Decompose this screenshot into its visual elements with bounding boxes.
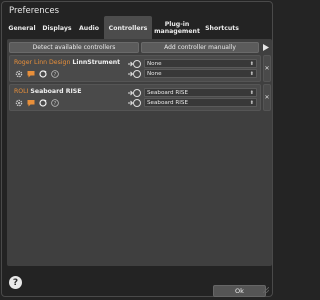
chevron-down-icon: ⬍	[249, 61, 254, 67]
tab-displays[interactable]: Displays	[40, 16, 74, 40]
controllers-panel: Detect available controllers Add control…	[7, 39, 272, 266]
ok-button[interactable]: Ok	[213, 285, 266, 297]
controller-vendor: Roger Linn Design	[14, 59, 71, 66]
output-port-value: None	[147, 71, 162, 77]
output-port-select[interactable]: None ⬍	[144, 69, 257, 78]
gear-icon[interactable]	[14, 69, 23, 78]
svg-text:?: ?	[53, 72, 56, 78]
input-port-row: None ⬍	[128, 59, 258, 69]
help-icon: ?	[12, 277, 19, 288]
refresh-icon[interactable]	[38, 98, 47, 107]
chevron-down-icon: ⬍	[249, 100, 254, 106]
tab-general[interactable]: General	[6, 16, 38, 40]
gear-icon[interactable]	[14, 98, 23, 107]
input-port-select[interactable]: None ⬍	[144, 59, 257, 68]
help-icon[interactable]: ?	[50, 98, 59, 107]
controller-card: ROLI Seaboard RISE ? Seaboard RISE ⬍ Sea…	[9, 84, 261, 111]
output-port-select[interactable]: Seaboard RISE ⬍	[144, 98, 257, 107]
controller-icons: ?	[14, 69, 59, 78]
detect-controllers-button[interactable]: Detect available controllers	[9, 42, 139, 53]
svg-text:?: ?	[53, 101, 56, 107]
tab-shortcuts[interactable]: Shortcuts	[202, 16, 242, 40]
resize-grip-icon[interactable]	[263, 287, 269, 293]
tab-bar: General Displays Audio Controllers Plug-…	[6, 16, 272, 40]
window-title: Preferences	[9, 6, 59, 16]
close-icon: ✕	[264, 65, 270, 72]
controllers-toolbar: Detect available controllers Add control…	[9, 42, 270, 54]
output-port-value: Seaboard RISE	[147, 100, 188, 106]
help-button[interactable]: ?	[9, 276, 22, 289]
output-port-row: Seaboard RISE ⬍	[128, 98, 258, 108]
tab-controllers[interactable]: Controllers	[104, 16, 152, 40]
input-port-value: Seaboard RISE	[147, 90, 188, 96]
controller-model: LinnStrument	[72, 59, 121, 66]
speech-bubble-icon[interactable]	[26, 69, 35, 78]
midi-output-icon	[128, 99, 141, 107]
help-icon[interactable]: ?	[50, 69, 59, 78]
remove-controller-button[interactable]: ✕	[263, 55, 271, 82]
controller-name: ROLI Seaboard RISE	[14, 88, 82, 95]
chevron-down-icon: ⬍	[249, 90, 254, 96]
controller-card: Roger Linn Design LinnStrument ? None ⬍ …	[9, 55, 261, 82]
controller-model: Seaboard RISE	[30, 88, 82, 95]
chevron-down-icon: ⬍	[249, 71, 254, 77]
input-port-value: None	[147, 61, 162, 67]
controller-vendor: ROLI	[14, 88, 29, 95]
add-controller-button[interactable]: Add controller manually	[141, 42, 259, 53]
preferences-window: Preferences General Displays Audio Contr…	[1, 1, 273, 297]
input-port-select[interactable]: Seaboard RISE ⬍	[144, 88, 257, 97]
remove-controller-button[interactable]: ✕	[263, 84, 271, 111]
tab-plugin-management[interactable]: Plug-in management	[154, 16, 200, 40]
controller-name: Roger Linn Design LinnStrument	[14, 59, 120, 66]
controller-icons: ?	[14, 98, 59, 107]
midi-input-icon	[128, 89, 141, 97]
close-icon: ✕	[264, 94, 270, 101]
midi-output-icon	[128, 70, 141, 78]
expand-icon[interactable]	[261, 42, 271, 53]
speech-bubble-icon[interactable]	[26, 98, 35, 107]
output-port-row: None ⬍	[128, 69, 258, 79]
tab-audio[interactable]: Audio	[76, 16, 102, 40]
input-port-row: Seaboard RISE ⬍	[128, 88, 258, 98]
midi-input-icon	[128, 60, 141, 68]
refresh-icon[interactable]	[38, 69, 47, 78]
